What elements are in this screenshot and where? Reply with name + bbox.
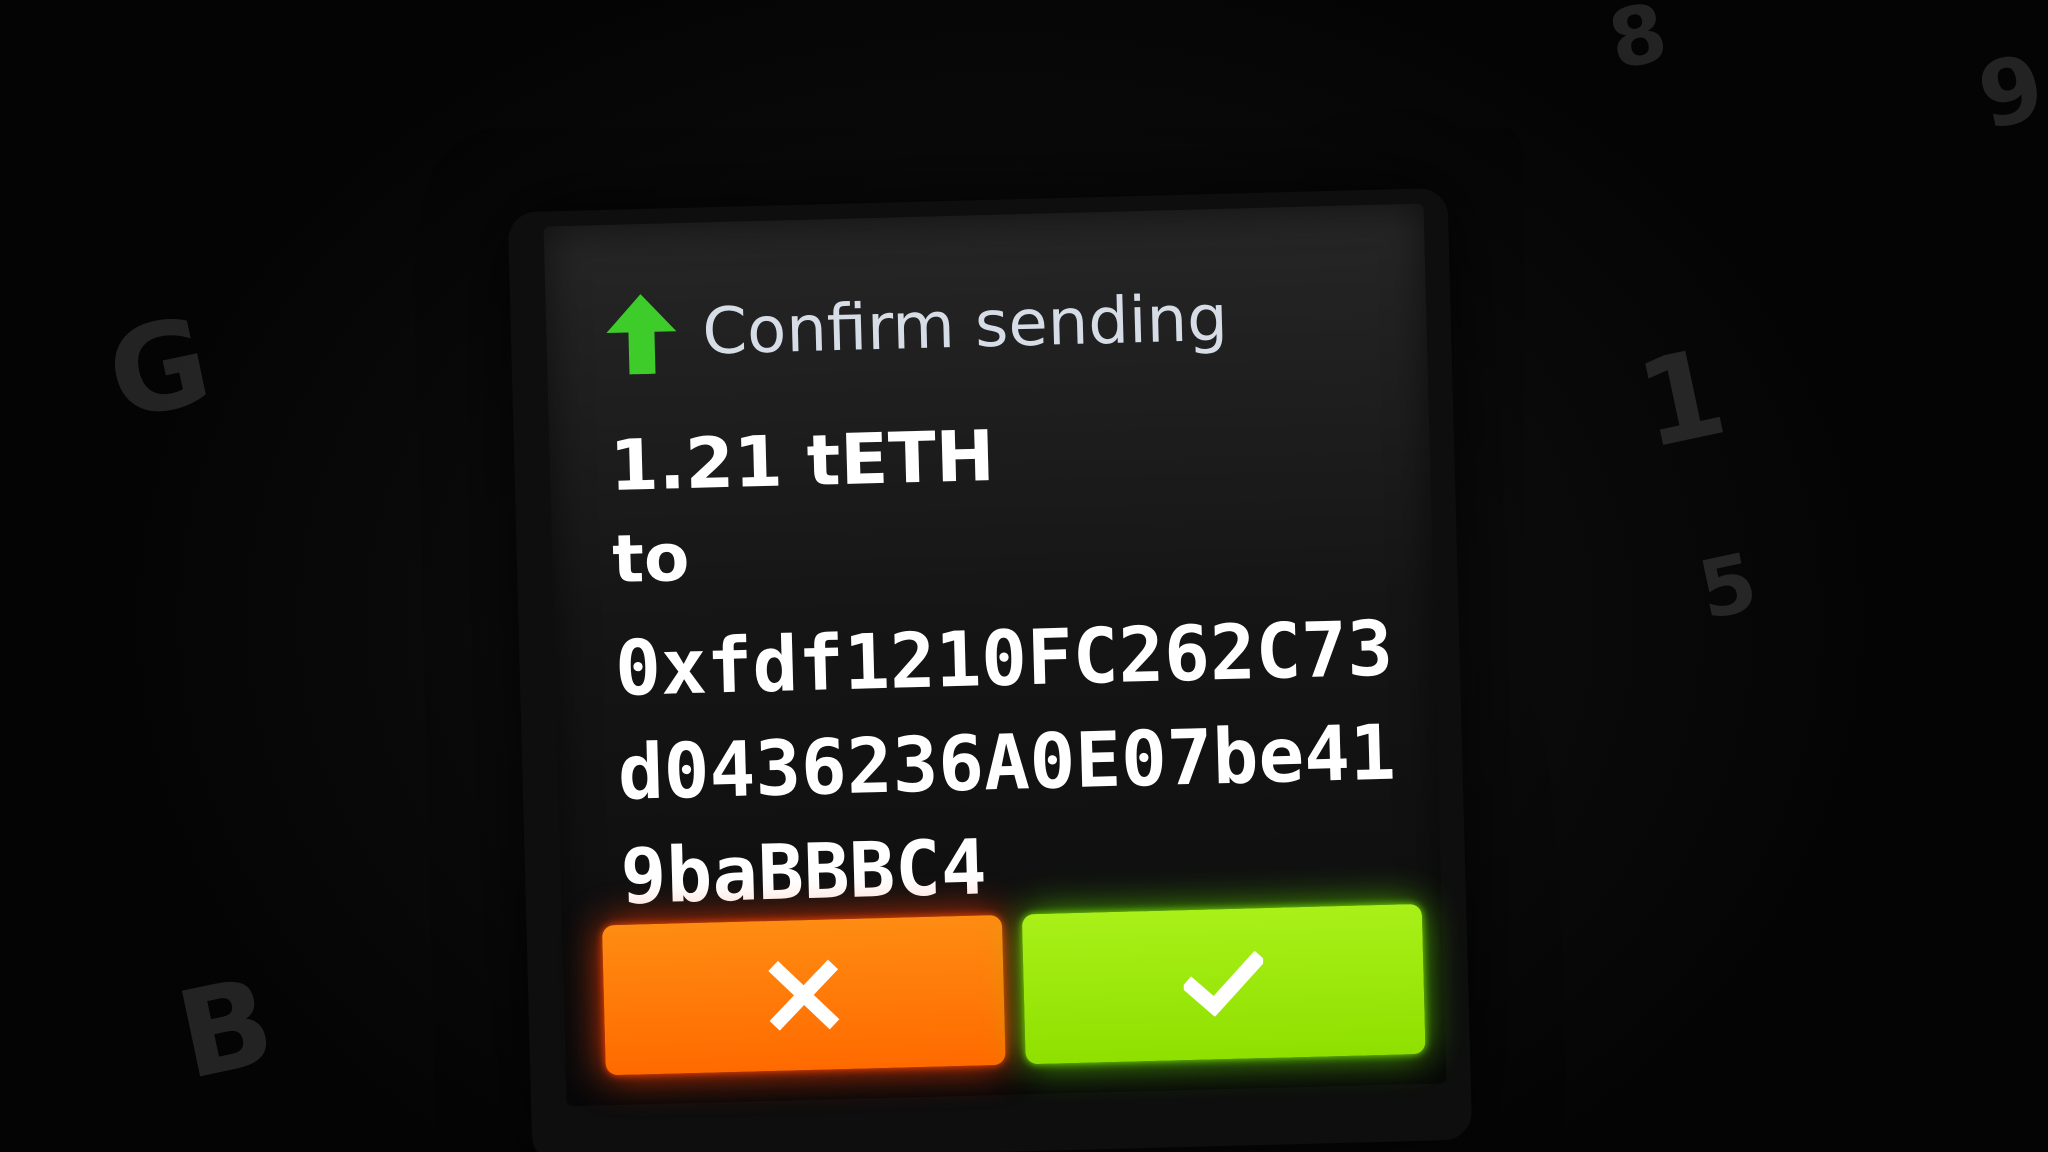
background-key-b: B (166, 952, 285, 1107)
recipient-address: 0xfdf1210FC262C73 d0436236A0E07be41 9baB… (614, 597, 1400, 929)
cancel-button[interactable] (601, 914, 1006, 1076)
page-title: Confirm sending (701, 281, 1229, 370)
send-amount: 1.21 tETH (608, 414, 996, 508)
check-icon (1182, 951, 1265, 1017)
address-line-1: 0xfdf1210FC262C73 (614, 603, 1394, 713)
confirm-header: Confirm sending (605, 279, 1229, 375)
background-key-5: 5 (1690, 535, 1765, 638)
background-key-1: 1 (1626, 322, 1738, 477)
background-key-8: 8 (1600, 0, 1675, 88)
device-screen: Confirm sending 1.21 tETH to 0xfdf1210FC… (543, 203, 1447, 1107)
address-line-2: d0436236A0E07be41 (616, 707, 1397, 817)
confirm-button[interactable] (1021, 903, 1426, 1065)
up-arrow-icon (606, 294, 677, 375)
background-key-g: G (96, 291, 222, 448)
close-icon (768, 959, 840, 1031)
to-label: to (611, 518, 691, 598)
background-key-9: 9 (1969, 34, 2048, 151)
